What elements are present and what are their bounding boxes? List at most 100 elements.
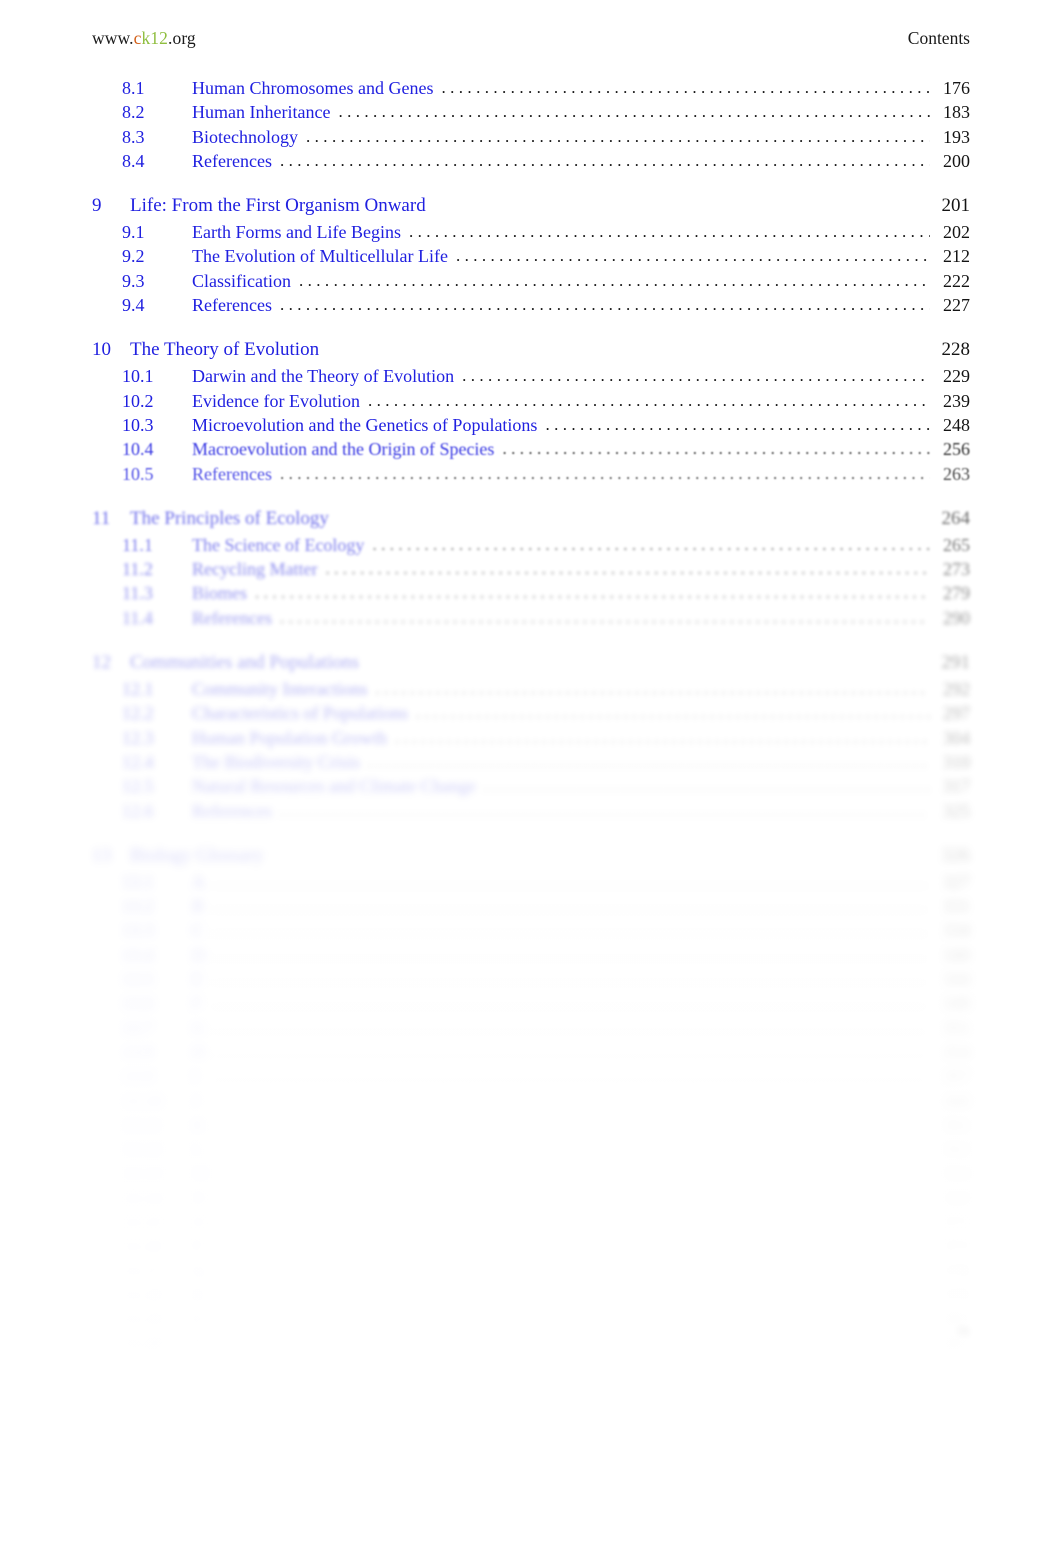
toc-entry-title[interactable]: Biology Glossary [130,845,264,867]
toc-section-row[interactable]: 13.4 D...................................… [0,945,1062,969]
toc-entry-title[interactable]: Microevolution and the Genetics of Popul… [192,415,537,436]
toc-entry-title[interactable]: Community Interactions [192,679,367,700]
toc-entry-title[interactable]: References [192,801,272,822]
toc-entry-title[interactable]: B [192,896,204,917]
toc-section-row[interactable]: 13.12 L..................................… [0,1139,1062,1163]
toc-entry-title[interactable]: S [192,1309,204,1330]
toc-entry-title[interactable]: G [192,1018,205,1039]
toc-entry-title[interactable]: Classification [192,271,291,292]
toc-section-row[interactable]: 13.6 F...................................… [0,993,1062,1017]
toc-section-row[interactable]: 9.4 References...........................… [0,295,1062,319]
toc-entry-title[interactable]: References [192,464,272,485]
toc-dot-leader: ........................................… [212,969,930,989]
toc-page-number: 344 [943,969,970,990]
toc-entry-title[interactable]: L [192,1139,204,1160]
toc-section-row[interactable]: 9.1 Earth Forms and Life Begins..........… [0,222,1062,246]
toc-entry-title[interactable]: Q [192,1261,205,1282]
toc-entry-title[interactable]: Human Chromosomes and Genes [192,78,433,99]
toc-section-row[interactable]: 13.9 I...................................… [0,1066,1062,1090]
toc-entry-title[interactable]: F [192,993,204,1014]
toc-entry-number: 13.19 [122,1309,163,1330]
toc-entry-title[interactable]: T [192,1333,204,1354]
toc-entry-title[interactable]: Natural Resources and Climate Change [192,776,476,797]
toc-entry-title[interactable]: C [192,920,204,941]
toc-entry-title[interactable]: References [192,295,272,316]
toc-entry-title[interactable]: Biomes [192,583,247,604]
toc-section-row[interactable]: 13.19 S..................................… [0,1309,1062,1333]
toc-section-row[interactable]: 10.1 Darwin and the Theory of Evolution..… [0,366,1062,390]
toc-chapter-row[interactable]: 12Communities and Populations...........… [0,652,1062,679]
toc-entry-title[interactable]: The Science of Ecology [192,535,364,556]
toc-entry-title[interactable]: References [192,151,272,172]
toc-section-row[interactable]: 13.14 N..................................… [0,1188,1062,1212]
toc-entry-title[interactable]: The Biodiversity Crisis [192,752,360,773]
toc-dot-leader: ........................................… [279,607,930,627]
toc-section-row[interactable]: 12.4 The Biodiversity Crisis.............… [0,752,1062,776]
toc-section-row[interactable]: 12.5 Natural Resources and Climate Change… [0,776,1062,800]
toc-section-row[interactable]: 13.5 E...................................… [0,969,1062,993]
toc-section-row[interactable]: 11.4 References..........................… [0,608,1062,632]
toc-chapter-row[interactable]: 10The Theory of Evolution...............… [0,339,1062,366]
toc-section-row[interactable]: 13.8 H...................................… [0,1042,1062,1066]
toc-section-row[interactable]: 10.2 Evidence for Evolution..............… [0,391,1062,415]
toc-entry-title[interactable]: The Principles of Ecology [130,508,329,530]
toc-section-row[interactable]: 13.3 C...................................… [0,920,1062,944]
toc-entry-title[interactable]: I [192,1066,204,1087]
toc-section-row[interactable]: 13.15 O..................................… [0,1212,1062,1236]
toc-entry-title[interactable]: Earth Forms and Life Begins [192,222,401,243]
toc-entry-title[interactable]: K [192,1115,205,1136]
toc-section-row[interactable]: 13.17 Q..................................… [0,1261,1062,1285]
toc-entry-title[interactable]: A [192,872,205,893]
toc-chapter-row[interactable]: 9Life: From the First Organism Onward...… [0,195,1062,222]
toc-entry-title[interactable]: Communities and Populations [130,652,359,674]
toc-section-row[interactable]: 10.4 Macroevolution and the Origin of Spe… [0,439,1062,463]
toc-section-row[interactable]: 13.7 G...................................… [0,1018,1062,1042]
toc-section-row[interactable]: 13.16 P..................................… [0,1236,1062,1260]
toc-section-row[interactable]: 13.1 A...................................… [0,872,1062,896]
toc-entry-title[interactable]: O [192,1212,205,1233]
toc-section-row[interactable]: 10.5 References..........................… [0,464,1062,488]
toc-section-row[interactable]: 8.1 Human Chromosomes and Genes..........… [0,78,1062,102]
toc-section-row[interactable]: 8.4 References...........................… [0,151,1062,175]
toc-section-row[interactable]: 13.10 J..................................… [0,1091,1062,1115]
toc-section-row[interactable]: 13.18 R..................................… [0,1285,1062,1309]
toc-entry-title[interactable]: Biotechnology [192,127,298,148]
toc-entry-title[interactable]: The Theory of Evolution [130,339,319,361]
toc-section-row[interactable]: 13.13 M..................................… [0,1163,1062,1187]
toc-entry-title[interactable]: Life: From the First Organism Onward [130,195,426,217]
toc-entry-title[interactable]: M [192,1163,208,1184]
toc-section-row[interactable]: 8.3 Biotechnology........................… [0,127,1062,151]
toc-section-row[interactable]: 13.2 B...................................… [0,896,1062,920]
toc-section-row[interactable]: 9.3 Classification.......................… [0,271,1062,295]
toc-entry-title[interactable]: Characteristics of Populations [192,703,408,724]
toc-entry-title[interactable]: Evidence for Evolution [192,391,360,412]
toc-entry-title[interactable]: Human Inheritance [192,102,330,123]
toc-section-row[interactable]: 11.2 Recycling Matter....................… [0,559,1062,583]
toc-entry-title[interactable]: Macroevolution and the Origin of Species [192,439,494,460]
toc-section-row[interactable]: 9.2 The Evolution of Multicellular Life..… [0,246,1062,270]
toc-section-row[interactable]: 13.20 T..................................… [0,1333,1062,1357]
toc-entry-title[interactable]: P [192,1236,204,1257]
toc-section-row[interactable]: 11.1 The Science of Ecology..............… [0,535,1062,559]
toc-section-row[interactable]: 11.3 Biomes..............................… [0,583,1062,607]
toc-chapter-row[interactable]: 13Biology Glossary......................… [0,845,1062,872]
toc-section-row[interactable]: 12.2 Characteristics of Populations......… [0,703,1062,727]
toc-entry-title[interactable]: Darwin and the Theory of Evolution [192,366,454,387]
toc-entry-title[interactable]: E [192,969,204,990]
toc-entry-title[interactable]: D [192,945,205,966]
toc-section-row[interactable]: 12.1 Community Interactions..............… [0,679,1062,703]
toc-entry-title[interactable]: H [192,1042,205,1063]
toc-entry-title[interactable]: Recycling Matter [192,559,317,580]
toc-entry-title[interactable]: J [192,1091,204,1112]
toc-entry-title[interactable]: References [192,608,272,629]
toc-entry-title[interactable]: N [192,1188,205,1209]
toc-section-row[interactable]: 8.2 Human Inheritance....................… [0,102,1062,126]
toc-section-row[interactable]: 12.6 References..........................… [0,801,1062,825]
toc-entry-title[interactable]: Human Population Growth [192,728,387,749]
toc-entry-title[interactable]: The Evolution of Multicellular Life [192,246,448,267]
toc-section-row[interactable]: 12.3 Human Population Growth.............… [0,728,1062,752]
toc-chapter-row[interactable]: 11The Principles of Ecology.............… [0,508,1062,535]
toc-section-row[interactable]: 13.11 K..................................… [0,1115,1062,1139]
toc-section-row[interactable]: 10.3 Microevolution and the Genetics of P… [0,415,1062,439]
toc-entry-title[interactable]: R [192,1285,204,1306]
